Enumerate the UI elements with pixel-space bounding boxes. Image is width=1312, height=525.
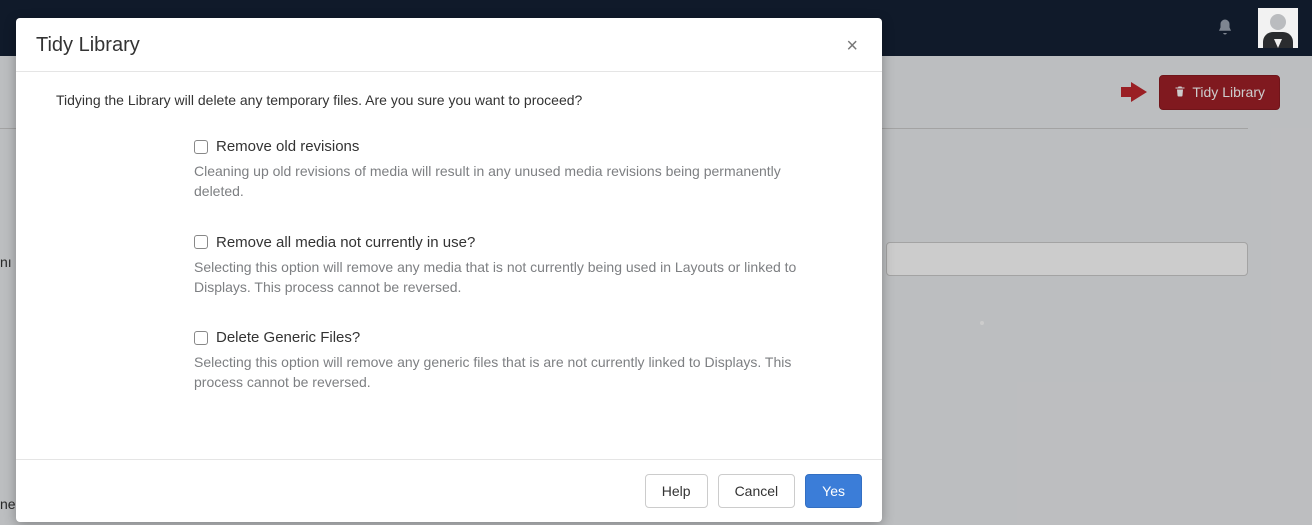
avatar[interactable] [1258,8,1298,48]
checkbox-delete-generic-files[interactable] [194,331,208,345]
help-button[interactable]: Help [645,474,708,508]
modal-footer: Help Cancel Yes [16,459,882,522]
option-help-text: Cleaning up old revisions of media will … [194,161,830,202]
option-help-text: Selecting this option will remove any me… [194,257,830,298]
modal-header: Tidy Library × [16,18,882,72]
option-label: Remove old revisions [216,138,359,155]
checkbox-remove-old-revisions[interactable] [194,140,208,154]
tidy-library-modal: Tidy Library × Tidying the Library will … [16,18,882,522]
modal-title: Tidy Library [36,34,140,57]
option-label: Remove all media not currently in use? [216,234,475,251]
cancel-button[interactable]: Cancel [718,474,796,508]
option-remove-unused-media: Remove all media not currently in use? S… [194,234,830,298]
bg-text-input[interactable] [886,242,1248,276]
checkbox-remove-unused-media[interactable] [194,235,208,249]
tidy-library-button[interactable]: Tidy Library [1159,75,1280,110]
option-remove-old-revisions: Remove old revisions Cleaning up old rev… [194,138,830,202]
trash-icon [1174,84,1186,101]
modal-body: Tidying the Library will delete any temp… [16,72,882,459]
yes-button[interactable]: Yes [805,474,862,508]
close-icon[interactable]: × [842,36,862,56]
modal-intro-text: Tidying the Library will delete any temp… [56,92,842,108]
bg-label-fragment-1: nı [0,254,12,270]
option-delete-generic-files: Delete Generic Files? Selecting this opt… [194,329,830,393]
bg-label-fragment-2: ne [0,496,16,512]
bell-icon[interactable] [1216,17,1234,40]
arrow-right-icon [1131,82,1147,102]
tidy-library-button-label: Tidy Library [1192,84,1265,100]
option-label: Delete Generic Files? [216,329,360,346]
loading-dot [980,321,984,325]
option-help-text: Selecting this option will remove any ge… [194,352,830,393]
